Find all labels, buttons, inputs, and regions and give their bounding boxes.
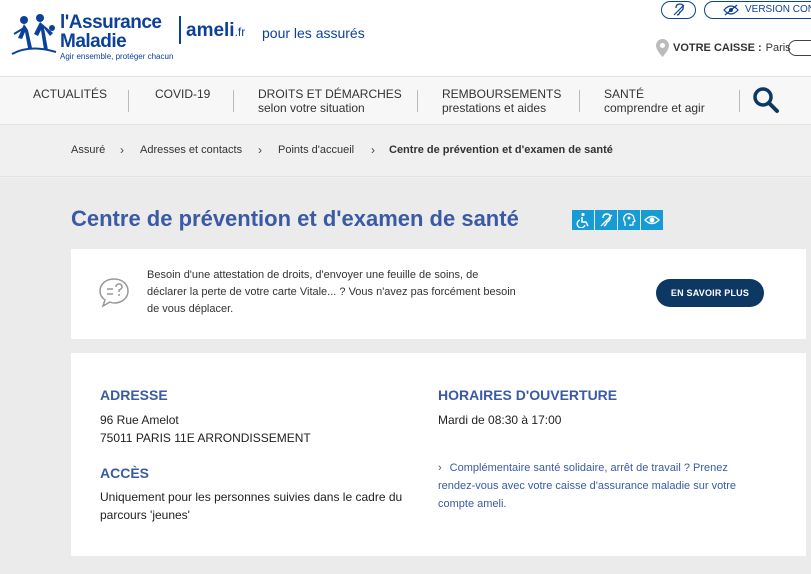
logo-divider (179, 16, 181, 44)
eye-off-icon (723, 4, 739, 16)
nav-sublabel: comprendre et agir (604, 101, 705, 115)
site-header: l'Assurance Maladie Agir ensemble, proté… (0, 0, 811, 76)
location-pin-icon (656, 39, 669, 57)
nav-divider (417, 90, 418, 112)
logo-line2: Maladie (60, 31, 127, 52)
access-heading: ACCÈS (100, 465, 150, 481)
location-details-card: ADRESSE 96 Rue Amelot 75011 PARIS 11E AR… (71, 353, 806, 556)
info-text: Besoin d'une attestation de droits, d'en… (147, 267, 557, 318)
info-banner: Besoin d'une attestation de droits, d'en… (71, 249, 806, 339)
hours-heading: HORAIRES D'OUVERTURE (438, 387, 618, 403)
mental-disability-icon (618, 210, 640, 230)
note-line1: Complémentaire santé solidaire, arrêt de… (449, 462, 728, 474)
caisse-city: Paris (765, 42, 791, 54)
hearing-icon (595, 210, 617, 230)
chevron-right-icon: › (438, 462, 442, 474)
nav-item-actualites[interactable]: ACTUALITÉS (33, 87, 107, 101)
breadcrumb-item-current: Centre de prévention et d'examen de sant… (389, 144, 613, 156)
info-text-line: de vous déplacer. (147, 303, 234, 315)
nav-label: REMBOURSEMENTS (442, 87, 562, 101)
ameli-name: ameli (186, 20, 235, 41)
en-savoir-plus-button[interactable]: EN SAVOIR PLUS (656, 279, 764, 307)
nav-divider (739, 90, 740, 112)
note-line2: rendez-vous avec votre caisse d'assuranc… (438, 480, 737, 492)
speech-bubble-question-icon (99, 278, 129, 308)
nav-label: DROITS ET DÉMARCHES (258, 87, 402, 101)
main-navigation: ACTUALITÉS COVID-19 DROITS ET DÉMARCHES … (0, 76, 811, 125)
nav-divider (128, 90, 129, 112)
accessibility-button[interactable] (661, 1, 696, 19)
main-content: Centre de prévention et d'examen de sant… (0, 178, 811, 574)
hours-text: Mardi de 08:30 à 17:00 (438, 413, 562, 427)
logo-tagline: Agir ensemble, protéger chacun (60, 52, 174, 61)
breadcrumb-separator: › (371, 143, 375, 157)
nav-label: SANTÉ (604, 87, 645, 101)
ear-icon (673, 3, 684, 16)
search-icon[interactable] (752, 86, 780, 114)
nav-divider (579, 90, 580, 112)
breadcrumb-separator: › (120, 143, 124, 157)
visual-disability-icon (641, 210, 663, 230)
info-text-line: Besoin d'une attestation de droits, d'en… (147, 269, 479, 281)
page-title: Centre de prévention et d'examen de sant… (71, 206, 519, 231)
version-label: VERSION CON (745, 4, 811, 15)
version-toggle-button[interactable]: VERSION CON (704, 1, 811, 19)
audience-label: pour les assurés (262, 25, 365, 41)
nav-sublabel: prestations et aides (442, 101, 547, 115)
breadcrumb-separator: › (258, 143, 262, 157)
info-text-line: déclarer la perte de votre carte Vitale.… (147, 286, 516, 298)
appointment-link[interactable]: › Complémentaire santé solidaire, arrêt d… (438, 459, 768, 513)
breadcrumb-item-adresses[interactable]: Adresses et contacts (140, 144, 242, 156)
nav-item-sante[interactable]: SANTÉ comprendre et agir (604, 87, 705, 115)
accessibility-icons (572, 210, 663, 230)
caisse-selector[interactable]: VOTRE CAISSE : Paris (656, 38, 791, 58)
caisse-label: VOTRE CAISSE : (673, 42, 762, 54)
change-caisse-button[interactable] (788, 40, 811, 56)
nav-label: ACTUALITÉS (33, 87, 108, 101)
access-line1: Uniquement pour les personnes suivies da… (100, 490, 403, 504)
address-line2: 75011 PARIS 11E ARRONDISSEMENT (100, 431, 311, 445)
assurance-maladie-logo[interactable]: l'Assurance Maladie Agir ensemble, proté… (10, 8, 174, 66)
nav-item-remboursements[interactable]: REMBOURSEMENTS prestations et aides (442, 87, 561, 115)
ameli-logo[interactable]: ameli.fr (186, 20, 245, 42)
ameli-tld: .fr (234, 25, 246, 39)
nav-sublabel: selon votre situation (258, 101, 365, 115)
logo-figures-icon (11, 14, 57, 55)
breadcrumb-item-assure[interactable]: Assuré (71, 144, 105, 156)
address-heading: ADRESSE (100, 387, 168, 403)
nav-item-droits[interactable]: DROITS ET DÉMARCHES selon votre situatio… (258, 87, 402, 115)
breadcrumb-item-points[interactable]: Points d'accueil (278, 144, 354, 156)
nav-label: COVID-19 (155, 87, 211, 101)
access-line2: parcours 'jeunes' (100, 508, 190, 522)
nav-divider (233, 90, 234, 112)
nav-item-covid[interactable]: COVID-19 (155, 87, 210, 101)
wheelchair-icon (572, 210, 594, 230)
address-line1: 96 Rue Amelot (100, 413, 179, 427)
breadcrumb: Assuré › Adresses et contacts › Points d… (0, 125, 811, 177)
note-line3: compte ameli. (438, 498, 507, 510)
